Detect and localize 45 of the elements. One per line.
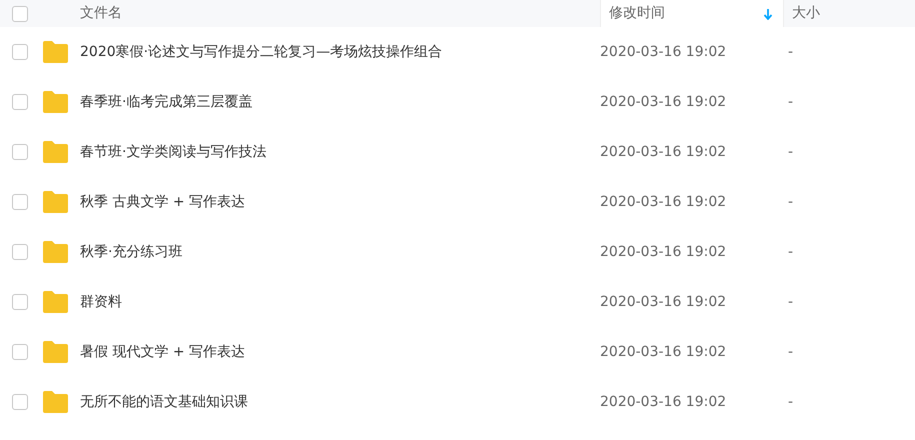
file-size: - [788, 392, 794, 412]
file-name[interactable]: 春季班·临考完成第三层覆盖 [80, 92, 600, 112]
checkbox[interactable] [12, 94, 28, 110]
folder-icon [43, 241, 68, 263]
file-name[interactable]: 秋季·充分练习班 [80, 242, 600, 262]
checkbox[interactable] [12, 144, 28, 160]
folder-icon [43, 141, 68, 163]
column-header[interactable]: 文件名 [44, 0, 600, 27]
file-size: - [788, 342, 794, 362]
checkbox[interactable] [12, 394, 28, 410]
folder-icon [43, 41, 68, 63]
modified-time: 2020-03-16 19:02 [600, 42, 728, 62]
file-size: - [788, 142, 794, 162]
checkbox[interactable] [12, 194, 28, 210]
modified-time: 2020-03-16 19:02 [600, 142, 728, 162]
file-name[interactable]: 秋季 古典文学 + 写作表达 [80, 192, 600, 212]
folder-icon [43, 391, 68, 413]
checkbox[interactable] [12, 6, 28, 22]
checkbox[interactable] [12, 44, 28, 60]
modified-time: 2020-03-16 19:02 [600, 342, 728, 362]
file-name[interactable]: 暑假 现代文学 + 写作表达 [80, 342, 600, 362]
folder-icon [43, 191, 68, 213]
modified-time: 2020-03-16 19:02 [600, 92, 728, 112]
file-name[interactable]: 无所不能的语文基础知识课 [80, 392, 600, 412]
file-size: - [788, 292, 794, 312]
file-name[interactable]: 群资料 [80, 292, 600, 312]
column-header[interactable]: 修改时间 [600, 0, 783, 27]
folder-icon [43, 91, 68, 113]
file-size: - [788, 242, 794, 262]
file-size: - [788, 92, 794, 112]
checkbox[interactable] [12, 244, 28, 260]
folder-icon [43, 291, 68, 313]
folder-icon [43, 341, 68, 363]
file-size: - [788, 42, 794, 62]
column-header[interactable]: 大小 [783, 0, 915, 27]
file-name[interactable]: 春节班·文学类阅读与写作技法 [80, 142, 600, 162]
checkbox[interactable] [12, 294, 28, 310]
modified-time: 2020-03-16 19:02 [600, 242, 728, 262]
modified-time: 2020-03-16 19:02 [600, 192, 728, 212]
modified-time: 2020-03-16 19:02 [600, 392, 728, 412]
sort-arrow-icon [763, 8, 773, 20]
file-size: - [788, 192, 794, 212]
file-name[interactable]: 2020寒假·论述文与写作提分二轮复习—考场炫技操作组合 [80, 42, 600, 62]
modified-time: 2020-03-16 19:02 [600, 292, 728, 312]
checkbox[interactable] [12, 344, 28, 360]
